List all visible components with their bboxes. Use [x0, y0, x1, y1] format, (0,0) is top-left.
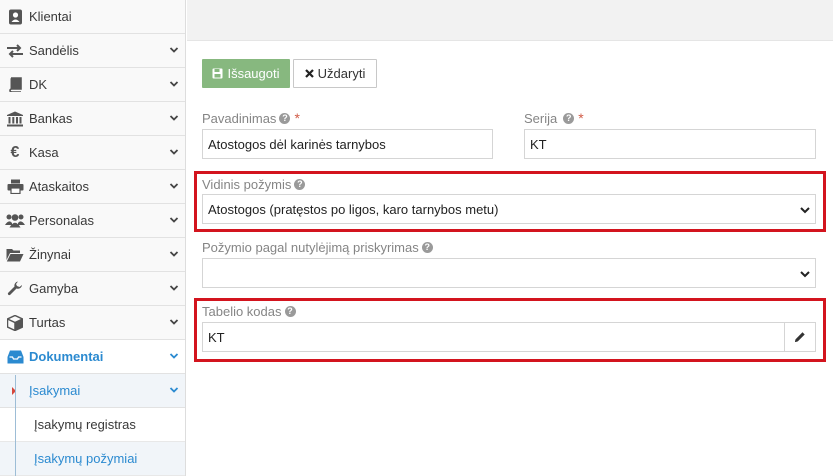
wrench-icon [4, 280, 26, 298]
save-button[interactable]: Išsaugoti [202, 59, 290, 88]
sidebar-item-label: Personalas [29, 213, 95, 228]
chevron-down-icon [169, 115, 179, 121]
euro-icon: € [10, 143, 20, 161]
chevron-down-icon [169, 183, 179, 189]
series-label-row: Serija ? * [524, 110, 584, 126]
cube-icon [4, 314, 26, 332]
save-button-label: Išsaugoti [227, 66, 280, 81]
required-mark: * [578, 110, 584, 126]
default-select[interactable] [202, 258, 816, 288]
sidebar-item-dk[interactable]: DK [0, 68, 185, 102]
series-field-value: KT [530, 136, 547, 152]
help-icon[interactable]: ? [421, 242, 433, 253]
sidebar-item-label: Dokumentai [29, 349, 104, 364]
sidebar-item-personalas[interactable]: Personalas [0, 204, 185, 238]
internal-select-value: Atostogos (pratęstos po ligos, karo tarn… [208, 201, 499, 217]
sidebar-item-label: Turtas [29, 315, 66, 330]
sidebar-item-klientai[interactable]: Klientai [0, 0, 185, 34]
sidebar-item-turtas[interactable]: Turtas [0, 306, 185, 340]
close-button-label: Uždaryti [317, 66, 366, 81]
sidebar-subitem-isakymai[interactable]: Įsakymai [0, 374, 185, 408]
help-icon[interactable]: ? [294, 179, 306, 190]
close-button[interactable]: Uždaryti [293, 59, 377, 88]
internal-label: Vidinis požymis [202, 177, 292, 192]
sidebar-item-label: Gamyba [29, 281, 79, 296]
required-mark: * [294, 110, 300, 126]
sidebar: Klientai Sandėlis DK Bankas € Kasa Atask… [0, 0, 186, 476]
close-icon [304, 69, 314, 78]
chevron-down-icon [169, 319, 179, 325]
chevron-down-icon [169, 47, 179, 53]
sidebar-item-sandelis[interactable]: Sandėlis [0, 34, 185, 68]
chevron-down-icon [800, 271, 810, 278]
chevron-down-icon [169, 81, 179, 87]
submenu-guide-line [15, 375, 16, 476]
book-icon [4, 76, 26, 94]
timesheet-code-value: KT [208, 329, 225, 345]
default-label-row: Požymio pagal nutylėjimą priskyrimas ? [202, 240, 433, 255]
sidebar-item-label: Bankas [29, 111, 73, 126]
chevron-down-icon [169, 353, 179, 359]
folder-open-icon [4, 246, 26, 264]
timesheet-code-field[interactable]: KT [202, 322, 816, 352]
series-label: Serija [524, 110, 558, 126]
sidebar-item-label: Sandėlis [29, 43, 79, 58]
chevron-down-icon [169, 149, 179, 155]
sidebar-item-label: Žinynai [29, 247, 71, 262]
sidebar-leaf-label: Įsakymų registras [34, 417, 136, 432]
chevron-down-icon [169, 217, 179, 223]
edit-button[interactable] [784, 323, 815, 351]
sidebar-leaf-label: Įsakymų požymiai [34, 451, 138, 466]
timesheet-label-row: Tabelio kodas ? [202, 304, 296, 319]
sidebar-item-kasa[interactable]: € Kasa [0, 136, 185, 170]
internal-select[interactable]: Atostogos (pratęstos po ligos, karo tarn… [202, 194, 816, 224]
chevron-down-icon [169, 285, 179, 291]
sidebar-item-label: Kasa [29, 145, 59, 160]
help-icon[interactable]: ? [284, 306, 296, 317]
sidebar-item-gamyba[interactable]: Gamyba [0, 272, 185, 306]
name-field[interactable]: Atostogos dėl karinės tarnybos [202, 129, 493, 159]
sidebar-item-bankas[interactable]: Bankas [0, 102, 185, 136]
pencil-icon [795, 332, 805, 342]
exchange-arrows-icon [4, 42, 26, 60]
series-field[interactable]: KT [524, 129, 816, 159]
timesheet-label: Tabelio kodas [202, 304, 282, 319]
default-label: Požymio pagal nutylėjimą priskyrimas [202, 240, 419, 255]
sidebar-item-zinynai[interactable]: Žinynai [0, 238, 185, 272]
name-label: Pavadinimas [202, 110, 277, 126]
top-bar [187, 0, 833, 41]
contact-card-icon [4, 8, 26, 26]
sidebar-item-label: Ataskaitos [29, 179, 89, 194]
sidebar-leaf-isakymu-registras[interactable]: Įsakymų registras [0, 408, 185, 442]
internal-label-row: Vidinis požymis ? [202, 177, 306, 192]
name-field-value: Atostogos dėl karinės tarnybos [208, 136, 386, 152]
printer-icon [4, 178, 26, 196]
help-icon[interactable]: ? [563, 112, 575, 124]
bank-icon [4, 110, 26, 128]
inbox-icon [4, 348, 26, 366]
sidebar-item-ataskaitos[interactable]: Ataskaitos [0, 170, 185, 204]
chevron-down-icon [169, 387, 179, 393]
chevron-down-icon [800, 207, 810, 214]
name-label-row: Pavadinimas ? * [202, 110, 300, 126]
help-icon[interactable]: ? [279, 112, 291, 124]
floppy-disk-icon [212, 68, 223, 79]
sidebar-leaf-isakymu-pozymiai[interactable]: Įsakymų požymiai [0, 442, 185, 476]
sidebar-item-dokumentai[interactable]: Dokumentai [0, 340, 185, 374]
sidebar-item-label: DK [29, 77, 48, 92]
users-icon [4, 212, 26, 230]
chevron-down-icon [169, 251, 179, 257]
sidebar-subitem-label: Įsakymai [29, 383, 81, 398]
sidebar-item-label: Klientai [29, 9, 72, 24]
